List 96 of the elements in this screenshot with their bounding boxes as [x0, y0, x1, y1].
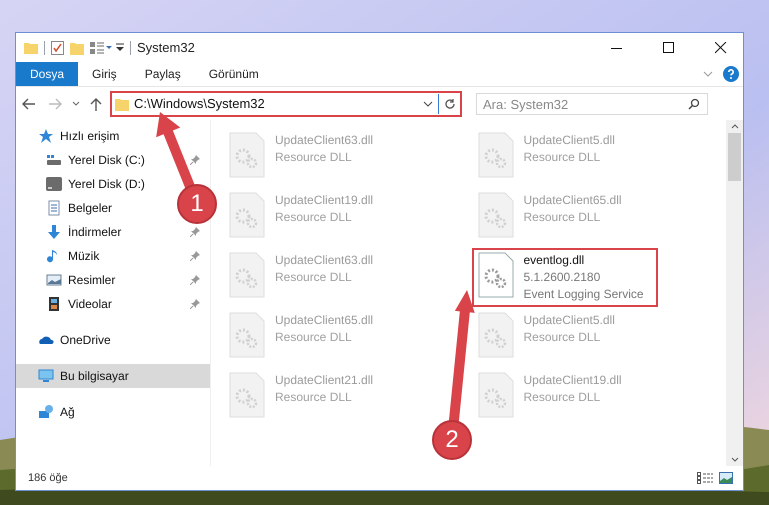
faded-file-icon [229, 192, 265, 238]
search-icon [688, 98, 700, 110]
file-name: UpdateClient63.dll [275, 252, 374, 269]
file-name: UpdateClient65.dll [524, 192, 622, 209]
file-name: UpdateClient5.dll [524, 132, 615, 149]
nav-label: OneDrive [60, 332, 112, 349]
faded-file-icon [478, 192, 514, 238]
scrollbar[interactable] [726, 120, 743, 466]
file-name: UpdateClient63.dll [275, 132, 374, 149]
star-icon [38, 128, 54, 144]
file-detail: Event Logging Service [524, 286, 644, 303]
nav-label: Yerel Disk (C:) [68, 152, 146, 169]
file-item[interactable]: eventlog.dll 5.1.2600.2180 Event Logging Service [472, 248, 658, 307]
file-name: eventlog.dll [524, 252, 586, 269]
maximize-icon[interactable] [663, 42, 675, 54]
nav-item[interactable]: Resimler [16, 268, 210, 292]
pin-icon[interactable] [190, 155, 200, 165]
nav-label: Videolar [68, 296, 113, 313]
scroll-down-icon[interactable] [730, 457, 738, 462]
dropdown-chevron-icon[interactable] [423, 100, 433, 106]
address-bar[interactable]: C:\Windows\System32 [110, 90, 462, 116]
film-icon [46, 296, 62, 312]
nav-item[interactable]: Yerel Disk (C:) [16, 148, 210, 172]
gear-file-icon [478, 252, 514, 298]
nav-label: İndirmeler [68, 224, 122, 241]
picture-icon [46, 272, 62, 288]
pin-icon[interactable] [190, 251, 200, 261]
folder-icon [115, 96, 129, 110]
file-name: UpdateClient21.dll [275, 372, 374, 389]
help-icon[interactable] [723, 66, 739, 82]
file-name: UpdateClient65.dll [275, 312, 374, 329]
nav-label: Ağ [60, 404, 76, 421]
tiles-view-icon[interactable] [719, 472, 733, 484]
address-path: C:\Windows\System32 [134, 94, 266, 113]
nav-label: Müzik [68, 248, 100, 265]
details-view-icon[interactable] [697, 472, 713, 484]
download-arrow-icon [46, 224, 62, 240]
nav-item[interactable]: Bu bilgisayar [16, 364, 210, 388]
ribbon-tab[interactable]: Paylaş [130, 62, 195, 86]
ribbon-tab[interactable]: Dosya [16, 62, 78, 86]
nav-label: Belgeler [68, 200, 112, 217]
pin-icon[interactable] [190, 299, 200, 309]
nav-item[interactable]: Hızlı erişim [16, 124, 210, 148]
file-detail: Resource DLL [524, 389, 602, 406]
scroll-thumb[interactable] [728, 133, 741, 181]
drive-icon [46, 176, 62, 192]
faded-file-icon [478, 132, 514, 178]
file-detail: Resource DLL [524, 329, 602, 346]
faded-file-icon [229, 372, 265, 418]
nav-label: Yerel Disk (D:) [68, 176, 145, 193]
faded-file-icon [478, 312, 514, 358]
file-name: UpdateClient19.dll [524, 372, 622, 389]
nav-label: Resimler [68, 272, 116, 289]
faded-file-icon [229, 252, 265, 298]
nav-item[interactable]: OneDrive [16, 328, 210, 352]
nav-item[interactable]: Yerel Disk (D:) [16, 172, 155, 196]
faded-file-icon [478, 372, 514, 418]
nav-item[interactable]: Videolar [16, 292, 210, 316]
window-title: System32 [137, 38, 195, 57]
expand-ribbon-icon[interactable] [703, 71, 713, 77]
ribbon-tab[interactable]: Giriş [78, 62, 131, 86]
pin-icon[interactable] [190, 275, 200, 285]
document-icon [46, 200, 62, 216]
file-detail: Resource DLL [524, 209, 602, 226]
nav-label: Bu bilgisayar [60, 368, 130, 385]
back-arrow-icon[interactable] [22, 98, 36, 110]
faded-file-icon [229, 132, 265, 178]
ribbon-tab[interactable]: Görünüm [194, 62, 273, 86]
nav-item[interactable]: Müzik [16, 244, 210, 268]
customize-toolbar-icon[interactable] [116, 43, 124, 52]
recent-dropdown-icon[interactable] [72, 101, 80, 106]
close-icon[interactable] [715, 42, 727, 54]
file-detail: 5.1.2600.2180 [524, 269, 602, 286]
file-detail: Resource DLL [275, 389, 353, 406]
item-count: 186 öğe [28, 470, 68, 486]
scroll-up-icon[interactable] [730, 124, 738, 129]
file-detail: Resource DLL [275, 149, 353, 166]
nav-item[interactable]: Ağ [16, 400, 210, 424]
pin-icon[interactable] [190, 227, 200, 237]
file-detail: Resource DLL [524, 149, 602, 166]
file-detail: Resource DLL [275, 329, 353, 346]
up-arrow-icon[interactable] [90, 96, 102, 110]
file-name: UpdateClient19.dll [275, 192, 374, 209]
file-detail: Resource DLL [275, 209, 353, 226]
file-detail: Resource DLL [275, 269, 353, 286]
computer-icon [38, 368, 54, 384]
view-dropdown-icon[interactable] [90, 42, 112, 54]
file-name: UpdateClient5.dll [524, 312, 615, 329]
nav-item[interactable]: Belgeler [16, 196, 122, 220]
drive-icon [46, 152, 62, 168]
search-field[interactable]: Ara: System32 [476, 93, 708, 115]
network-icon [38, 404, 54, 420]
nav-label: Hızlı erişim [60, 128, 120, 145]
faded-file-icon [229, 312, 265, 358]
refresh-icon[interactable] [444, 98, 456, 110]
properties-icon[interactable] [51, 40, 64, 54]
